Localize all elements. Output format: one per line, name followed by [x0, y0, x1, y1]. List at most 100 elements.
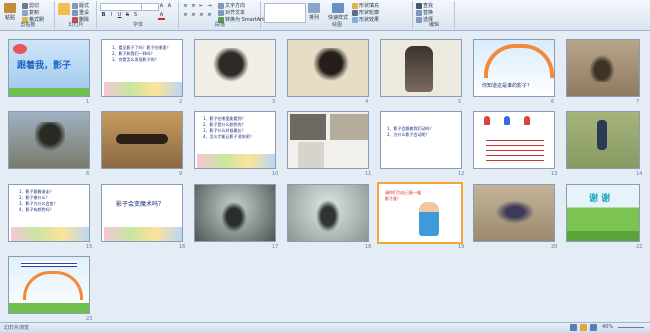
- tree-shadow-photo: [35, 122, 65, 158]
- slide-number: 15: [86, 244, 93, 250]
- slide-thumbnail-15[interactable]: 1、影子跟着谁走？ 2、影子像什么？ 3、影子为什么会变？ 4、影子有颜色吗？: [8, 184, 90, 242]
- grass-decor: [567, 231, 639, 241]
- slide-sorter: 跟着我，影子 1 1、看见影子了吗？影子在哪里？ 2、影子和我们一样吗？ 3、你…: [0, 31, 650, 322]
- slide-thumbnail-5[interactable]: [380, 39, 462, 97]
- slide-thumbnail-12[interactable]: 1、影子会跟着我们动吗？ 2、为什么影子会动呢？: [380, 111, 462, 169]
- sorter-view-icon[interactable]: [580, 324, 587, 331]
- shrink-font-icon[interactable]: A: [166, 3, 173, 9]
- shape-fill-button[interactable]: 形状填充: [352, 2, 379, 9]
- shadow-photo-1: [290, 114, 326, 140]
- paragraph-group: ≡ ≡ ⇤ ⇥ ≡ ≡ ≡ ≡ 文字方向 对齐文本 转换为 SmartArt 段…: [180, 1, 264, 29]
- slide-title: 跟着我，影子: [17, 61, 72, 71]
- reading-view-icon[interactable]: [590, 324, 597, 331]
- paste-button[interactable]: 粘贴: [4, 3, 16, 21]
- slide-thumbnail-18[interactable]: [287, 184, 369, 242]
- flower-decor: [13, 44, 27, 54]
- slide-number: 12: [458, 171, 465, 177]
- new-slide-button[interactable]: [58, 3, 70, 21]
- slide-text-line: 4、怎么才能让影子消失呢？: [203, 134, 254, 139]
- editing-group: 查找 替换 选择 编辑: [414, 1, 455, 29]
- hand-shadow-image: [310, 48, 352, 86]
- zoom-slider[interactable]: [618, 327, 644, 328]
- grass-decor: [9, 88, 89, 96]
- slide-thumbnail-14[interactable]: [566, 111, 640, 169]
- slide-thumbnail-9[interactable]: [101, 111, 183, 169]
- slide-thumbnail-4[interactable]: [287, 39, 369, 97]
- align-text-icon: [218, 9, 224, 16]
- slide-thumbnail-23[interactable]: [8, 256, 90, 314]
- italic-icon[interactable]: I: [108, 12, 115, 18]
- slide-thumbnail-17[interactable]: [194, 184, 276, 242]
- grow-font-icon[interactable]: A: [158, 3, 165, 9]
- slide-thumbnail-21[interactable]: 谢 谢: [566, 184, 640, 242]
- shadow-photo-3: [298, 142, 324, 168]
- slide-text-line: 2、为什么影子会动呢？: [387, 132, 430, 137]
- layout-icon: [72, 2, 78, 9]
- copy-button[interactable]: 复制: [22, 9, 39, 16]
- cut-button[interactable]: 剪切: [22, 2, 39, 9]
- slide-thumbnail-19[interactable]: 请你们为自己画一幅 影子画！: [377, 182, 463, 244]
- font-group: A A B I U S S A 字体: [98, 1, 179, 29]
- reset-button[interactable]: 重设: [72, 9, 89, 16]
- slide-thumbnail-6[interactable]: 你知道这是谁的影子？: [473, 39, 555, 97]
- slide-number: 22: [636, 244, 643, 250]
- underline-icon[interactable]: U: [116, 12, 123, 18]
- zoom-level[interactable]: 40%: [602, 324, 613, 330]
- slide-number: 19: [458, 244, 465, 250]
- layout-button[interactable]: 版式: [72, 2, 89, 9]
- slide-thumbnail-10[interactable]: 1、影子在哪里能看到？ 2、影子是什么颜色的？ 3、影子什么时候最长？ 4、怎么…: [194, 111, 276, 169]
- bullets-icon[interactable]: ≡: [182, 3, 189, 9]
- increase-indent-icon[interactable]: ⇥: [206, 3, 213, 9]
- slide-thumbnail-16[interactable]: 影子会变魔术吗？: [101, 184, 183, 242]
- slide-thumbnail-7[interactable]: [566, 39, 640, 97]
- text-direction-button[interactable]: 文字方向: [218, 2, 245, 9]
- slide-number: 20: [551, 244, 558, 250]
- slide-thumbnail-2[interactable]: 1、看见影子了吗？影子在哪里？ 2、影子和我们一样吗？ 3、你是怎么发现影子的？: [101, 39, 183, 97]
- decrease-indent-icon[interactable]: ⇤: [198, 3, 205, 9]
- align-text-button[interactable]: 对齐文本: [218, 9, 245, 16]
- copy-icon: [22, 9, 28, 16]
- arrange-button[interactable]: 排列: [308, 3, 320, 21]
- find-button[interactable]: 查找: [416, 2, 433, 9]
- clipboard-group: 粘贴 剪切 复制 格式刷 剪贴板: [2, 1, 55, 29]
- replace-button[interactable]: 替换: [416, 9, 433, 16]
- align-left-icon[interactable]: ≡: [182, 12, 189, 18]
- slide-text-line: 请你们为自己画一幅: [385, 190, 421, 195]
- strikethrough-icon[interactable]: S: [124, 12, 131, 18]
- slide-thumbnail-3[interactable]: [194, 39, 276, 97]
- slide-number: 1: [86, 99, 90, 105]
- slide-thumbnail-11[interactable]: [287, 111, 369, 169]
- align-center-icon[interactable]: ≡: [190, 12, 197, 18]
- slide-thumbnail-13[interactable]: [473, 111, 555, 169]
- rainbow-decor: [484, 44, 554, 78]
- shape-outline-button[interactable]: 形状轮廓: [352, 9, 379, 16]
- justify-icon[interactable]: ≡: [206, 12, 213, 18]
- slide-title: 影子会变魔术吗？: [116, 201, 165, 208]
- children-illustration: [104, 227, 182, 241]
- answer-lines: [486, 136, 544, 164]
- font-size-select[interactable]: [141, 3, 159, 11]
- children-playing-photo: [490, 197, 540, 227]
- normal-view-icon[interactable]: [570, 324, 577, 331]
- numbering-icon[interactable]: ≡: [190, 3, 197, 9]
- children-illustration: [104, 82, 182, 96]
- align-right-icon[interactable]: ≡: [198, 12, 205, 18]
- kid-figure: [504, 116, 510, 125]
- slide-thumbnail-20[interactable]: [473, 184, 555, 242]
- font-color-icon[interactable]: A: [158, 12, 165, 20]
- slide-thumbnail-8[interactable]: [8, 111, 90, 169]
- font-group-label: 字体: [132, 22, 143, 28]
- clipboard-group-label: 剪贴板: [20, 22, 36, 28]
- slide-number: 11: [365, 171, 372, 177]
- slide-caption: 你知道这是谁的影子？: [482, 82, 533, 89]
- shapes-gallery[interactable]: [264, 3, 306, 23]
- outline-pen-icon: [352, 9, 358, 16]
- bold-icon[interactable]: B: [100, 12, 107, 18]
- slide-thumbnail-1[interactable]: 跟着我，影子: [8, 39, 90, 97]
- airplane-shadow-photo: [116, 134, 168, 144]
- slide-number: 4: [365, 99, 369, 105]
- quick-styles-button[interactable]: 快速样式: [328, 3, 348, 21]
- font-family-select[interactable]: [100, 3, 142, 11]
- editing-group-label: 编辑: [428, 22, 439, 28]
- shadow-icon[interactable]: S: [132, 12, 139, 18]
